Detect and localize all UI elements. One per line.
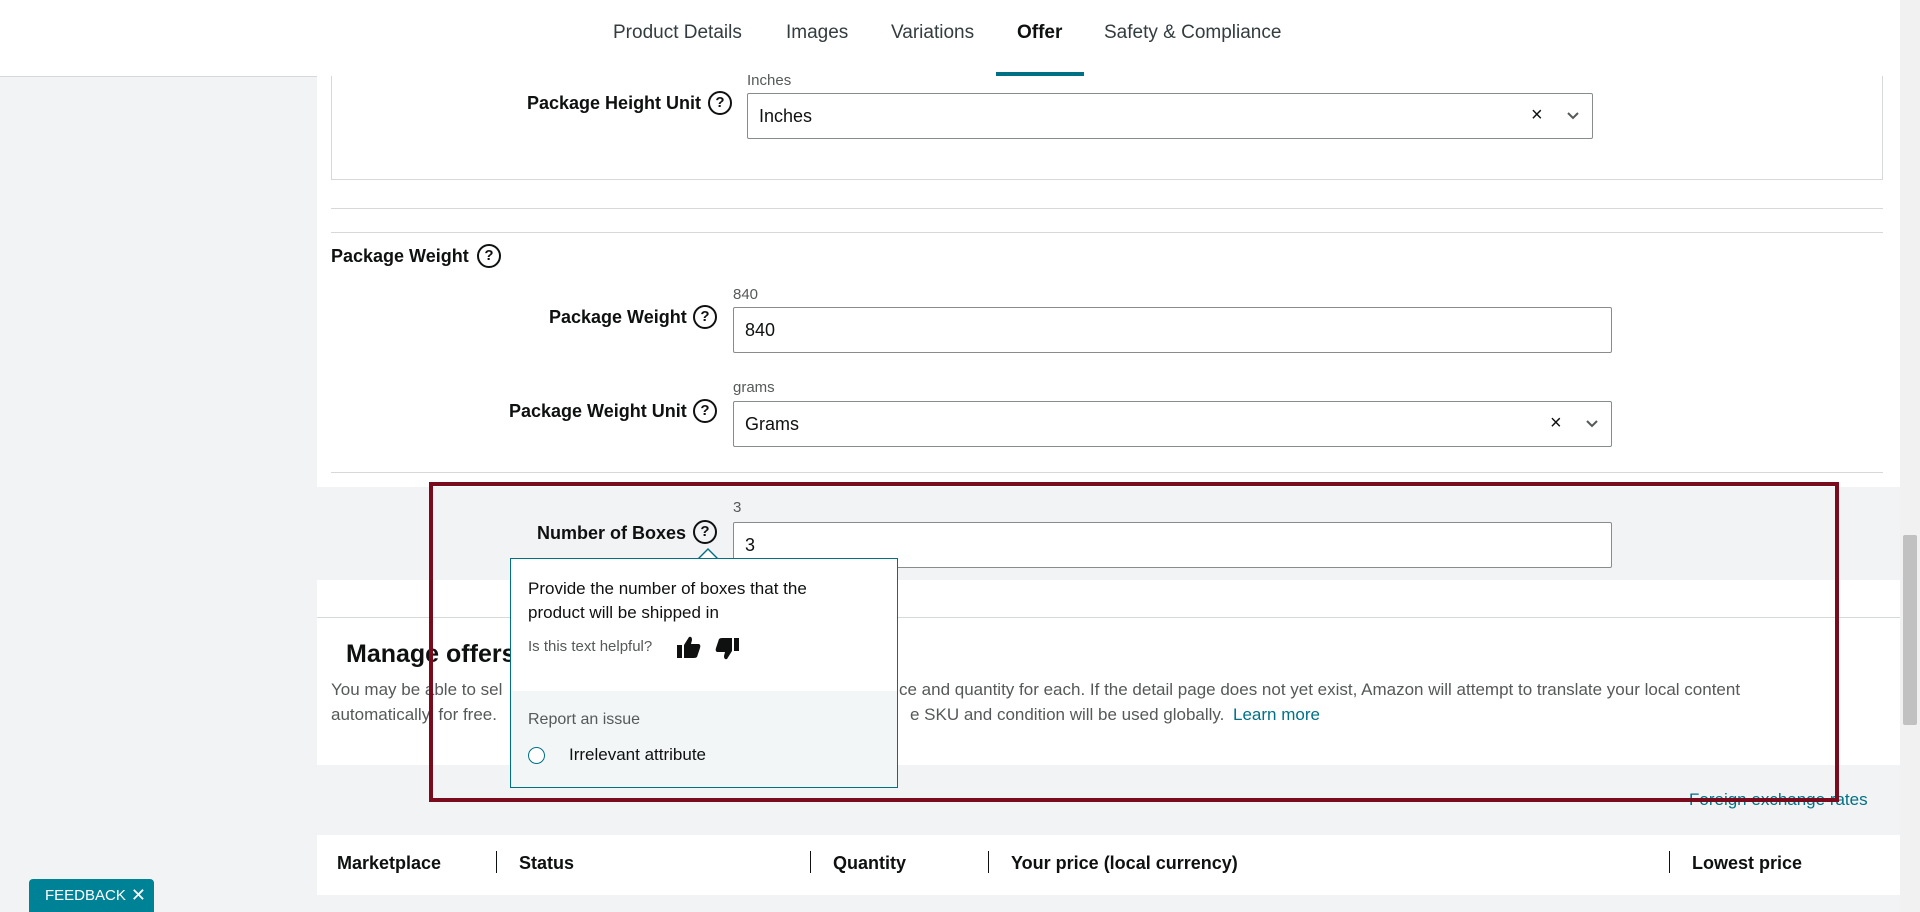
irrelevant-attribute-radio[interactable]	[528, 747, 545, 764]
tab-variations[interactable]: Variations	[891, 22, 974, 44]
helpful-question: Is this text helpful?	[528, 638, 653, 655]
column-separator	[496, 851, 497, 873]
package-height-unit-select[interactable]: Inches	[747, 93, 1593, 139]
report-issue-heading: Report an issue	[528, 711, 641, 728]
manage-offers-text-line2-start: automatically, for free.	[331, 705, 497, 724]
feedback-label: FEEDBACK	[45, 887, 126, 904]
help-icon[interactable]: ?	[477, 244, 501, 268]
divider	[331, 472, 1883, 473]
package-weight-unit-value: Grams	[745, 414, 799, 434]
scrollbar-track[interactable]	[1900, 0, 1920, 912]
package-weight-unit-hint: grams	[733, 379, 775, 396]
foreign-exchange-rates-link[interactable]: Foreign exchange rates	[1689, 790, 1868, 810]
number-of-boxes-hint: 3	[733, 499, 742, 516]
learn-more-link[interactable]: Learn more	[1233, 705, 1320, 725]
feedback-button[interactable]: FEEDBACK ✕	[29, 879, 154, 912]
irrelevant-attribute-label: Irrelevant attribute	[569, 745, 707, 764]
package-weight-unit-select[interactable]: Grams	[733, 401, 1612, 447]
column-separator	[988, 851, 989, 873]
tab-product-details[interactable]: Product Details	[613, 22, 742, 44]
tooltip-text: Provide the number of boxes that the pro…	[528, 579, 807, 622]
column-quantity: Quantity	[833, 853, 907, 873]
help-icon[interactable]: ?	[693, 520, 717, 544]
close-icon[interactable]: ✕	[131, 879, 146, 912]
column-lowest-price: Lowest price	[1692, 853, 1803, 873]
chevron-down-icon[interactable]	[1585, 417, 1599, 431]
help-icon[interactable]: ?	[693, 399, 717, 423]
column-your-price: Your price (local currency)	[1011, 853, 1238, 873]
column-separator	[810, 851, 811, 873]
divider	[331, 232, 1883, 233]
package-weight-hint: 840	[733, 286, 759, 303]
thumbs-up-icon[interactable]	[676, 635, 702, 659]
table-body-edge	[317, 895, 1900, 912]
divider	[331, 208, 1883, 209]
manage-offers-text-line2-end: e SKU and condition will be used globall…	[910, 705, 1225, 724]
clear-icon[interactable]: ×	[1550, 412, 1562, 435]
column-separator	[1669, 851, 1670, 873]
manage-offers-title: Manage offers	[346, 640, 516, 668]
tab-offer[interactable]: Offer	[1017, 22, 1062, 44]
package-height-unit-hint: Inches	[747, 72, 792, 89]
manage-offers-text-start: You may be able to sel	[331, 680, 503, 699]
package-weight-unit-label: Package Weight Unit	[509, 401, 687, 421]
column-marketplace: Marketplace	[337, 853, 442, 873]
package-weight-section-title: Package Weight	[331, 246, 469, 266]
clear-icon[interactable]: ×	[1531, 104, 1543, 127]
help-tooltip: Provide the number of boxes that the pro…	[510, 558, 898, 788]
number-of-boxes-value: 3	[745, 535, 756, 555]
package-height-unit-value: Inches	[759, 106, 813, 126]
report-issue-area	[511, 691, 897, 787]
column-status: Status	[519, 853, 575, 873]
help-icon[interactable]: ?	[693, 305, 717, 329]
package-weight-input[interactable]: 840	[733, 307, 1612, 353]
tab-safety-compliance[interactable]: Safety & Compliance	[1104, 22, 1281, 44]
help-icon[interactable]: ?	[708, 91, 732, 115]
package-height-unit-label: Package Height Unit	[527, 93, 702, 113]
thumbs-down-icon[interactable]	[714, 637, 740, 661]
tab-bar: Product Details Images Variations Offer …	[0, 0, 1900, 77]
chevron-down-icon[interactable]	[1566, 109, 1580, 123]
package-weight-label: Package Weight	[549, 307, 687, 327]
scrollbar-thumb[interactable]	[1903, 535, 1917, 725]
manage-offers-text-end: ce and quantity for each. If the detail …	[899, 680, 1741, 699]
package-weight-value: 840	[745, 320, 776, 340]
tab-images[interactable]: Images	[786, 22, 848, 44]
number-of-boxes-label: Number of Boxes	[537, 523, 687, 543]
